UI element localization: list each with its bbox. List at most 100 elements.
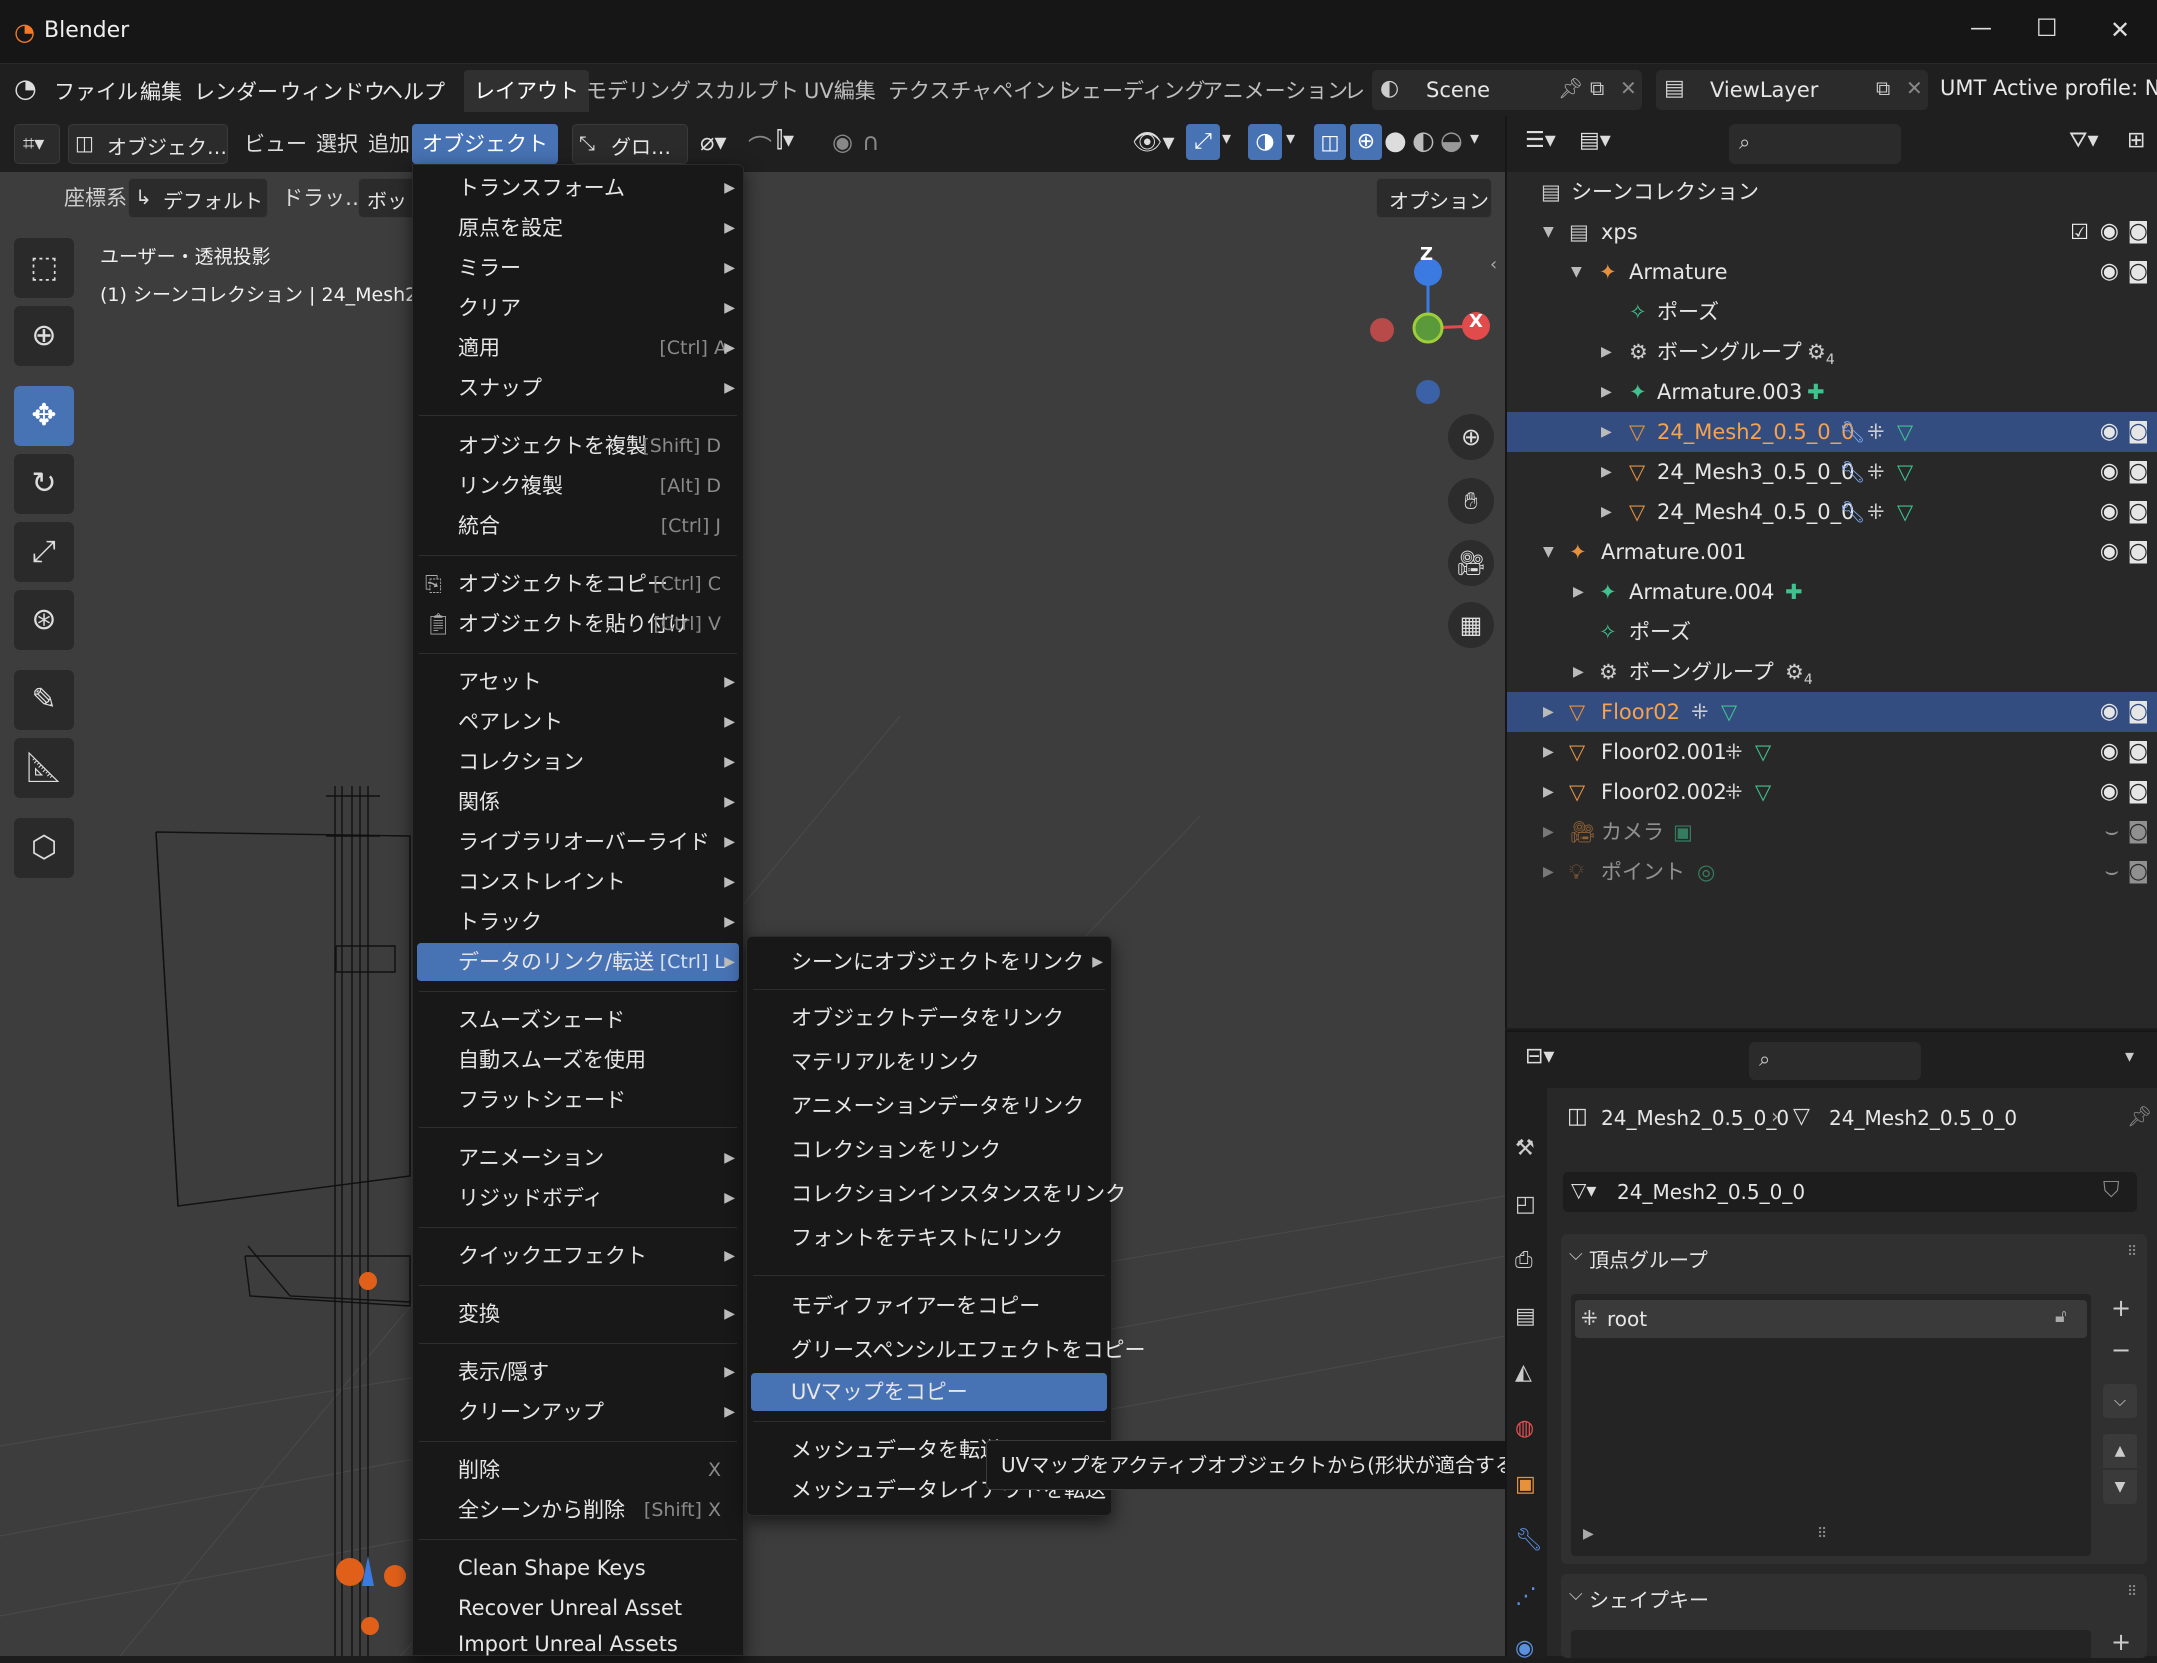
outliner-row-camera[interactable]: ▶ 🎥︎ カメラ ▣ ⌣ ◙: [1507, 812, 2157, 852]
outliner-row-24-mesh4[interactable]: ▶ ▽ 24_Mesh4_0.5_0_0 🔧︎ ⁜ ▽ ◉ ◙: [1507, 492, 2157, 532]
tab-layout[interactable]: レイアウト: [464, 70, 589, 112]
submenu-link-collections[interactable]: コレクションをリンク: [747, 1131, 1111, 1169]
camera-view-button[interactable]: 🎥︎: [1448, 540, 1494, 586]
outliner-row-bone-groups[interactable]: ▶ ⚙ ボーングループ ⚙4: [1507, 332, 2157, 372]
outliner-row-armature-001[interactable]: ▼ ✦ Armature.001 ◉ ◙: [1507, 532, 2157, 572]
submenu-link-fonts[interactable]: フォントをテキストにリンク: [747, 1219, 1111, 1257]
orientation-dropdown[interactable]: ⤡ グロ…: [572, 124, 688, 164]
pan-hand-button[interactable]: ✋︎: [1448, 478, 1494, 524]
filter-icon[interactable]: ⛛▾: [2069, 128, 2099, 153]
outliner-row-24-mesh3[interactable]: ▶ ▽ 24_Mesh3_0.5_0_0 🔧︎ ⁜ ▽ ◉ ◙: [1507, 452, 2157, 492]
menu-item-animation[interactable]: アニメーション ▶: [413, 1139, 743, 1177]
outliner-row-armature-004[interactable]: ▶ ✦ Armature.004 ✚: [1507, 572, 2157, 612]
snap-target-icon[interactable]: ⫿▾: [776, 128, 794, 153]
checkbox-icon[interactable]: ☑: [2070, 212, 2089, 252]
pivot-icon[interactable]: ⌀▾: [700, 128, 727, 156]
panel-collapse-icon[interactable]: ⌵: [1569, 1584, 1583, 1605]
menu-item-set-origin[interactable]: 原点を設定 ▶: [413, 209, 743, 247]
menu-item-rigid-body[interactable]: リジッドボディ ▶: [413, 1179, 743, 1217]
falloff-icon[interactable]: ∩: [862, 128, 880, 156]
blender-menu-icon[interactable]: ◔: [14, 74, 37, 104]
menu-item-delete[interactable]: 削除 X: [413, 1451, 743, 1489]
menu-item-recover-unreal-asset[interactable]: Recover Unreal Asset: [413, 1589, 743, 1627]
menu-item-paste-objects[interactable]: 📋︎ オブジェクトを貼り付け [Ctrl] V: [413, 605, 743, 643]
pin-icon[interactable]: 📌︎: [1558, 76, 1583, 100]
output-tab-icon[interactable]: ⎙: [1515, 1248, 1533, 1273]
menu-item-show-hide[interactable]: 表示/隠す ▶: [413, 1353, 743, 1391]
lock-icon[interactable]: 🔓︎: [2055, 1306, 2067, 1327]
tool-tab-icon[interactable]: ⚒: [1515, 1136, 1535, 1161]
outliner-row-armature-003[interactable]: ▶ ✦ Armature.003 ✚: [1507, 372, 2157, 412]
material-shading-icon[interactable]: ◐: [1412, 126, 1435, 156]
menu-item-shade-flat[interactable]: フラットシェード: [413, 1081, 743, 1119]
new-collection-icon[interactable]: ⊞: [2127, 128, 2145, 153]
expand-filter-icon[interactable]: ▶: [1583, 1526, 1594, 1542]
menu-add[interactable]: 追加: [368, 124, 410, 164]
camera-icon[interactable]: ◙: [2128, 772, 2149, 812]
collapse-sidebar-icon[interactable]: ‹: [1490, 254, 1497, 275]
menu-item-duplicate[interactable]: オブジェクトを複製 [Shift] D: [413, 427, 743, 465]
outliner-row-floor02[interactable]: ▶ ▽ Floor02 ⁜ ▽ ◉ ◙: [1507, 692, 2157, 732]
proportional-edit-icon[interactable]: ◉: [832, 128, 853, 156]
menu-view[interactable]: ビュー: [244, 124, 307, 164]
xray-toggle-icon[interactable]: ◫: [1314, 124, 1346, 160]
outliner-row-pose[interactable]: ✧ ポーズ: [1507, 292, 2157, 332]
cursor-tool[interactable]: ⊕: [14, 306, 74, 366]
box-select-dropdown[interactable]: ボッ: [358, 178, 418, 218]
list-item[interactable]: ⁜ root 🔓︎: [1575, 1300, 2087, 1338]
menu-item-parent[interactable]: ペアレント ▶: [413, 703, 743, 741]
menu-item-copy-objects[interactable]: ⎘ オブジェクトをコピー [Ctrl] C: [413, 565, 743, 603]
coord-system-dropdown[interactable]: ↳ デフォルト: [128, 178, 268, 218]
menu-item-transform[interactable]: トランスフォーム ▶: [413, 169, 743, 207]
gizmo-toggle-icon[interactable]: ⤢: [1186, 124, 1220, 160]
hidden-eye-icon[interactable]: ⌣: [2105, 852, 2119, 892]
menu-item-clear[interactable]: クリア ▶: [413, 289, 743, 327]
object-tab-icon[interactable]: ▣: [1515, 1472, 1536, 1497]
tab-uv-editing[interactable]: UV編集: [794, 70, 886, 112]
menu-item-linked-duplicate[interactable]: リンク複製 [Alt] D: [413, 467, 743, 505]
eye-icon[interactable]: ◉: [2100, 532, 2119, 572]
menu-item-snap[interactable]: スナップ ▶: [413, 369, 743, 407]
fake-user-shield-icon[interactable]: ⛉: [2103, 1178, 2120, 1203]
rendered-shading-icon[interactable]: ◒: [1440, 126, 1463, 156]
eye-icon[interactable]: ◉: [2100, 772, 2119, 812]
outliner-row-bone-groups-2[interactable]: ▶ ⚙ ボーングループ ⚙4: [1507, 652, 2157, 692]
camera-icon[interactable]: ◙: [2128, 532, 2149, 572]
scene-tab-icon[interactable]: ◭: [1515, 1360, 1532, 1385]
menu-item-convert[interactable]: 変換 ▶: [413, 1295, 743, 1333]
editor-type-button[interactable]: ⌗▾: [14, 124, 60, 164]
overlay-dropdown-icon[interactable]: ▾: [1286, 128, 1295, 149]
submenu-link-object-data[interactable]: オブジェクトデータをリンク: [747, 999, 1111, 1037]
ortho-grid-button[interactable]: ▦: [1448, 602, 1494, 648]
menu-render[interactable]: レンダー: [194, 76, 278, 106]
options-dropdown[interactable]: オプション: [1376, 178, 1492, 218]
eye-icon[interactable]: ◉: [2100, 252, 2119, 292]
outliner-search-input[interactable]: ⌕: [1729, 124, 1901, 164]
menu-window[interactable]: ウィンドウ: [280, 76, 385, 106]
outliner-row-xps[interactable]: ▼ ▤ xps ☑ ◉ ◙: [1507, 212, 2157, 252]
menu-item-link-transfer-data[interactable]: データのリンク/転送 [Ctrl] L ▶: [417, 943, 739, 981]
camera-icon[interactable]: ◙: [2128, 732, 2149, 772]
properties-editor-type-icon[interactable]: ⊟▾: [1525, 1044, 1554, 1069]
outliner-row-scene-collection[interactable]: ▤ シーンコレクション: [1507, 172, 2157, 212]
wireframe-shading-icon[interactable]: ⊕: [1350, 124, 1382, 160]
move-up-button[interactable]: ▲: [2103, 1434, 2137, 1468]
outliner-row-24-mesh2[interactable]: ▶ ▽ 24_Mesh2_0.5_0_0 🔧︎ ⁜ ▽ ◉ ◙: [1507, 412, 2157, 452]
shape-keys-title[interactable]: シェイプキー: [1589, 1584, 1709, 1613]
camera-icon[interactable]: ◙: [2128, 692, 2149, 732]
gizmo-dropdown-icon[interactable]: ▾: [1222, 128, 1231, 149]
measure-tool[interactable]: 📐︎: [14, 738, 74, 798]
transform-tool[interactable]: ⊛: [14, 590, 74, 650]
vertex-group-specials-button[interactable]: ⌵: [2103, 1384, 2137, 1418]
outliner-row-pose-2[interactable]: ✧ ポーズ: [1507, 612, 2157, 652]
mesh-name-input[interactable]: 24_Mesh2_0.5_0_0: [1617, 1180, 2077, 1206]
delete-scene-icon[interactable]: ✕: [1620, 76, 1637, 100]
select-box-tool[interactable]: ⬚: [14, 238, 74, 298]
submenu-copy-uv-maps[interactable]: UVマップをコピー: [751, 1373, 1107, 1411]
camera-icon[interactable]: ◙: [2128, 252, 2149, 292]
zoom-button[interactable]: ⊕: [1448, 414, 1494, 460]
menu-item-clean-shape-keys[interactable]: Clean Shape Keys: [413, 1549, 743, 1587]
resize-handle-icon[interactable]: ⠿: [1817, 1526, 1827, 1542]
overlay-toggle-icon[interactable]: ◑: [1248, 124, 1282, 160]
eye-icon[interactable]: ◉: [2100, 492, 2119, 532]
